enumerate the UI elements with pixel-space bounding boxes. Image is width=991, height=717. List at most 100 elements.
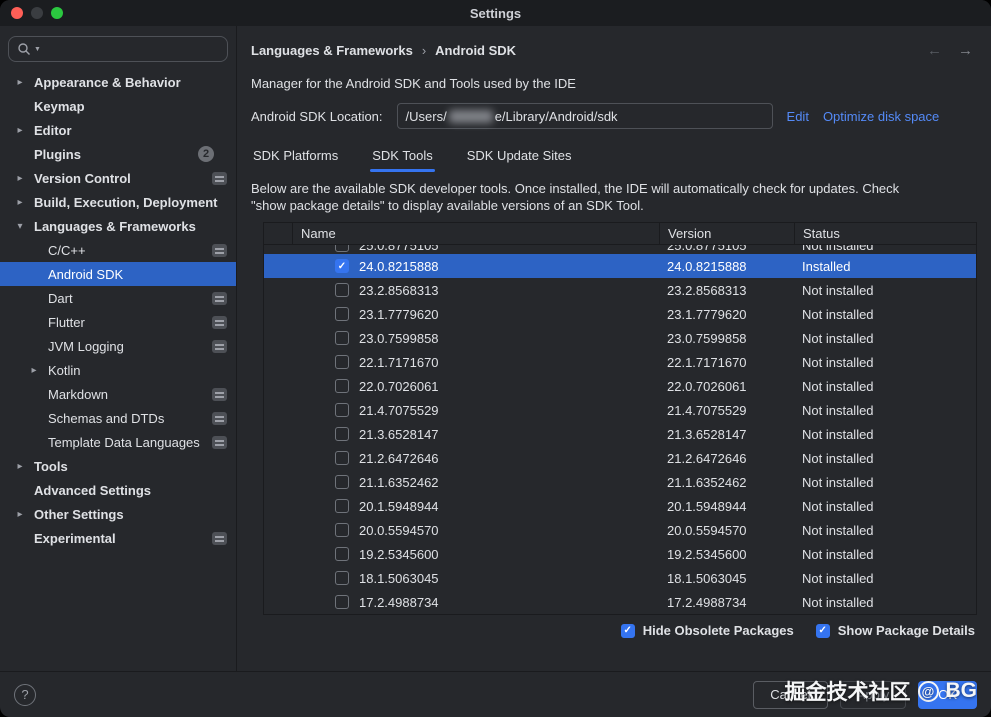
sidebar-item-schemas-and-dtds[interactable]: Schemas and DTDs <box>0 406 236 430</box>
chevron-right-icon[interactable]: ▸ <box>12 509 28 520</box>
sidebar-item-appearance-behavior[interactable]: ▸Appearance & Behavior <box>0 70 236 94</box>
name-cell: 25.0.8775105 <box>292 245 659 253</box>
sidebar-item-dart[interactable]: Dart <box>0 286 236 310</box>
package-checkbox[interactable] <box>335 331 349 345</box>
package-checkbox[interactable] <box>335 475 349 489</box>
chevron-down-icon[interactable]: ▾ <box>12 221 28 232</box>
package-checkbox[interactable] <box>335 499 349 513</box>
package-checkbox[interactable] <box>335 245 349 252</box>
sidebar-item-flutter[interactable]: Flutter <box>0 310 236 334</box>
package-checkbox[interactable] <box>335 283 349 297</box>
package-checkbox[interactable] <box>335 379 349 393</box>
chevron-right-icon[interactable]: ▸ <box>12 125 28 136</box>
watermark-suffix: BG <box>946 679 978 703</box>
help-button[interactable]: ? <box>14 684 36 706</box>
sdk-tool-row[interactable]: 23.2.856831323.2.8568313Not installed <box>264 278 976 302</box>
show-package-details-option[interactable]: ✓Show Package Details <box>816 623 975 638</box>
package-checkbox[interactable] <box>335 427 349 441</box>
sidebar-item-markdown[interactable]: Markdown <box>0 382 236 406</box>
name-cell: 21.4.7075529 <box>292 403 659 418</box>
sdk-tool-row[interactable]: 23.0.759985823.0.7599858Not installed <box>264 326 976 350</box>
sidebar-item-version-control[interactable]: ▸Version Control <box>0 166 236 190</box>
package-status: Not installed <box>794 427 976 442</box>
package-status: Not installed <box>794 307 976 322</box>
sidebar-item-tools[interactable]: ▸Tools <box>0 454 236 478</box>
sdk-tabs: SDK Platforms SDK Tools SDK Update Sites <box>251 141 977 172</box>
sdk-location-field[interactable]: /Users/ e/Library/Android/sdk <box>397 103 773 129</box>
tab-sdk-tools[interactable]: SDK Tools <box>370 141 434 172</box>
edit-link[interactable]: Edit <box>787 109 809 124</box>
package-checkbox[interactable] <box>335 451 349 465</box>
package-checkbox[interactable] <box>335 523 349 537</box>
column-header-name[interactable]: Name <box>292 223 659 244</box>
sidebar-item-c-c[interactable]: C/C++ <box>0 238 236 262</box>
sdk-tool-row[interactable]: 25.0.877510525.0.8775105Not installed <box>264 245 976 254</box>
package-checkbox[interactable]: ✓ <box>335 259 349 273</box>
name-cell: 23.2.8568313 <box>292 283 659 298</box>
sidebar-item-keymap[interactable]: Keymap <box>0 94 236 118</box>
package-version: 25.0.8775105 <box>659 245 794 253</box>
package-checkbox[interactable] <box>335 403 349 417</box>
settings-source-icon <box>212 412 227 425</box>
sdk-tool-row[interactable]: 21.4.707552921.4.7075529Not installed <box>264 398 976 422</box>
table-header: Name Version Status <box>264 223 976 245</box>
sidebar-item-label: JVM Logging <box>48 339 124 354</box>
sdk-tool-row[interactable]: 20.1.594894420.1.5948944Not installed <box>264 494 976 518</box>
package-checkbox[interactable] <box>335 547 349 561</box>
show-package-details-checkbox[interactable]: ✓ <box>816 624 830 638</box>
sdk-tool-row[interactable]: 17.2.498873417.2.4988734Not installed <box>264 590 976 614</box>
sidebar-item-label: Plugins <box>34 147 81 162</box>
sdk-tool-row[interactable]: 23.1.777962023.1.7779620Not installed <box>264 302 976 326</box>
sdk-tool-row[interactable]: 20.0.559457020.0.5594570Not installed <box>264 518 976 542</box>
column-header-version[interactable]: Version <box>659 223 794 244</box>
chevron-right-icon[interactable]: ▸ <box>26 365 42 376</box>
back-arrow-icon[interactable]: ← <box>927 42 942 59</box>
sidebar-item-plugins[interactable]: Plugins2 <box>0 142 236 166</box>
sidebar-item-android-sdk[interactable]: Android SDK <box>0 262 236 286</box>
hide-obsolete-packages-option[interactable]: ✓Hide Obsolete Packages <box>621 623 794 638</box>
package-version: 21.3.6528147 <box>659 427 794 442</box>
sdk-tool-row[interactable]: 22.0.702606122.0.7026061Not installed <box>264 374 976 398</box>
chevron-right-icon[interactable]: ▸ <box>12 173 28 184</box>
name-cell: 20.0.5594570 <box>292 523 659 538</box>
chevron-right-icon[interactable]: ▸ <box>12 461 28 472</box>
settings-search-input[interactable]: ▼ <box>8 36 228 62</box>
package-checkbox[interactable] <box>335 571 349 585</box>
package-version: 23.2.8568313 <box>659 283 794 298</box>
package-status: Not installed <box>794 595 976 610</box>
package-checkbox[interactable] <box>335 595 349 609</box>
window-title: Settings <box>0 6 991 21</box>
sidebar-item-languages-frameworks[interactable]: ▾Languages & Frameworks <box>0 214 236 238</box>
tab-sdk-update-sites[interactable]: SDK Update Sites <box>465 141 574 172</box>
package-checkbox[interactable] <box>335 307 349 321</box>
optimize-disk-space-link[interactable]: Optimize disk space <box>823 109 939 124</box>
settings-source-icon <box>212 172 227 185</box>
sdk-tool-row[interactable]: 18.1.506304518.1.5063045Not installed <box>264 566 976 590</box>
sidebar-item-advanced-settings[interactable]: Advanced Settings <box>0 478 236 502</box>
hide-obsolete-packages-checkbox[interactable]: ✓ <box>621 624 635 638</box>
package-checkbox[interactable] <box>335 355 349 369</box>
tab-sdk-platforms[interactable]: SDK Platforms <box>251 141 340 172</box>
column-header-status[interactable]: Status <box>794 223 976 244</box>
sdk-tool-row[interactable]: 21.2.647264621.2.6472646Not installed <box>264 446 976 470</box>
sidebar-item-experimental[interactable]: Experimental <box>0 526 236 550</box>
sidebar-item-label: Experimental <box>34 531 116 546</box>
sdk-tool-row[interactable]: 22.1.717167022.1.7171670Not installed <box>264 350 976 374</box>
sidebar-item-template-data-languages[interactable]: Template Data Languages <box>0 430 236 454</box>
settings-source-icon <box>212 388 227 401</box>
sdk-tool-row[interactable]: 21.3.652814721.3.6528147Not installed <box>264 422 976 446</box>
sidebar-item-other-settings[interactable]: ▸Other Settings <box>0 502 236 526</box>
sdk-tool-row[interactable]: ✓24.0.821588824.0.8215888Installed <box>264 254 976 278</box>
chevron-right-icon[interactable]: ▸ <box>12 197 28 208</box>
forward-arrow-icon[interactable]: → <box>958 42 973 59</box>
sidebar-item-editor[interactable]: ▸Editor <box>0 118 236 142</box>
sidebar-item-kotlin[interactable]: ▸Kotlin <box>0 358 236 382</box>
sdk-tool-row[interactable]: 19.2.534560019.2.5345600Not installed <box>264 542 976 566</box>
package-name: 17.2.4988734 <box>359 595 439 610</box>
sidebar-item-jvm-logging[interactable]: JVM Logging <box>0 334 236 358</box>
search-history-caret-icon[interactable]: ▼ <box>34 46 41 53</box>
sidebar-item-build-execution-deployment[interactable]: ▸Build, Execution, Deployment <box>0 190 236 214</box>
chevron-right-icon[interactable]: ▸ <box>12 77 28 88</box>
breadcrumb-parent[interactable]: Languages & Frameworks <box>251 43 413 58</box>
sdk-tool-row[interactable]: 21.1.635246221.1.6352462Not installed <box>264 470 976 494</box>
